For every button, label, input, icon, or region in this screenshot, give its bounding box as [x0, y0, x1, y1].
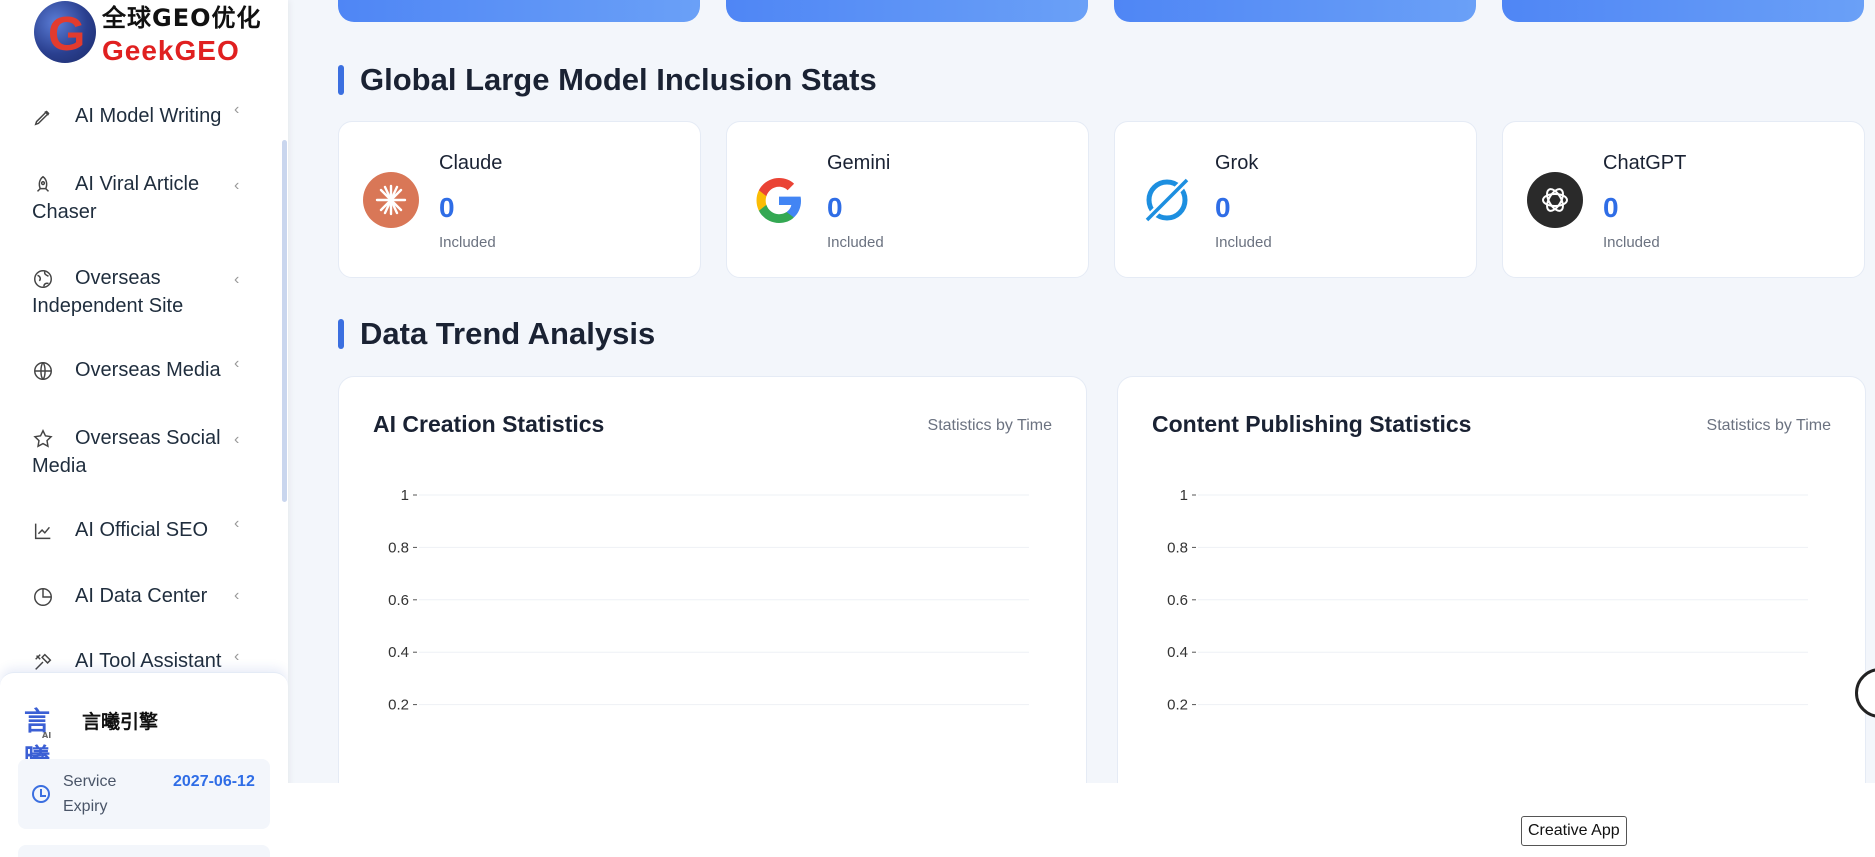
stat-sub: Included [1215, 234, 1272, 251]
tools-icon [35, 653, 52, 670]
sidebar-footer: 言曦 AI 言曦引擎 Service Expiry 2027-06-12 [0, 672, 288, 857]
service-expiry-label: Service Expiry [63, 773, 117, 815]
creative-app-button[interactable]: Creative App [1521, 816, 1627, 846]
sidebar-item-label: AI Viral Article Chaser [32, 173, 200, 223]
chart-y-tick-label: 0.8 [1167, 539, 1188, 556]
stat-value: 0 [827, 192, 843, 223]
sidebar-item-ai-official-seo[interactable]: AI Official SEO ‹ [32, 516, 252, 544]
section-title-text: Global Large Model Inclusion Stats [360, 62, 877, 97]
brand: 言曦 AI 言曦引擎 [24, 701, 159, 774]
stat-name: Gemini [827, 152, 891, 174]
chevron-left-icon: ‹ [234, 648, 240, 665]
main-content: Global Large Model Inclusion Stats Claud… [288, 0, 1875, 783]
chart-y-tick-label: 0.6 [388, 592, 409, 609]
chevron-left-icon: ‹ [234, 515, 240, 532]
logo-en-text: GeekGEO [102, 34, 240, 66]
stat-sub: Included [1603, 234, 1660, 251]
section-accent-bar [338, 319, 344, 349]
chart-subtitle-button[interactable]: Statistics by Time [1707, 417, 1831, 435]
chevron-left-icon: ‹ [234, 355, 240, 372]
sidebar-item-label: AI Model Writing [75, 105, 222, 127]
sidebar-item-ai-tool-assistant[interactable]: AI Tool Assistant ‹ [32, 647, 252, 675]
chevron-left-icon: ‹ [234, 271, 240, 288]
chart-y-tick-label: 0.2 [388, 697, 409, 714]
logo-globe-icon: G [34, 1, 96, 63]
logo-cn-text: 全球GEO优化 [102, 3, 262, 32]
chart-subtitle-button[interactable]: Statistics by Time [928, 417, 1052, 435]
google-icon [756, 178, 801, 223]
chart-y-tick-label: 0.8 [388, 539, 409, 556]
pie-chart-icon [34, 588, 52, 606]
sidebar-item-label: AI Official SEO [75, 519, 209, 541]
sidebar-item-ai-model-writing[interactable]: AI Model Writing ‹ [32, 102, 252, 130]
sidebar-scrollbar[interactable] [282, 140, 287, 502]
sidebar-item-overseas-independent-site[interactable]: Overseas Independent Site ‹ [32, 264, 252, 320]
stat-value: 0 [1603, 192, 1619, 223]
logo[interactable]: G 全球GEO优化 GeekGEO [34, 1, 264, 66]
chevron-left-icon: ‹ [234, 177, 240, 194]
sidebar-footer-panel [18, 845, 270, 857]
chart-title: Content Publishing Statistics [1152, 411, 1472, 437]
sidebar-item-label: Overseas Social Media [32, 427, 221, 477]
openai-icon [1527, 172, 1583, 228]
stat-card-claude[interactable]: Claude 0 Included [338, 121, 701, 278]
grok-icon [1142, 175, 1192, 225]
stat-name: Grok [1215, 152, 1259, 174]
brand-logo-sub: AI [42, 731, 52, 740]
top-card[interactable] [338, 0, 700, 22]
chart-card-ai-creation: AI Creation Statistics Statistics by Tim… [338, 376, 1087, 783]
globe-icon [34, 270, 52, 288]
stat-sub: Included [439, 234, 496, 251]
sidebar-item-ai-data-center[interactable]: AI Data Center ‹ [32, 582, 252, 610]
top-card[interactable] [726, 0, 1088, 22]
stat-name: Claude [439, 152, 503, 174]
sidebar-item-overseas-media[interactable]: Overseas Media ‹ [32, 356, 252, 384]
chart-y-tick-label: 1 [1180, 487, 1188, 504]
line-chart-icon [34, 523, 51, 540]
service-expiry: Service Expiry 2027-06-12 [18, 759, 270, 829]
chart-y-tick-label: 0.4 [388, 644, 409, 661]
chart-y-tick-label: 0.6 [1167, 592, 1188, 609]
chart-y-tick-label: 1 [401, 487, 409, 504]
world-icon [34, 362, 52, 380]
line-chart: 1 0.8 0.6 0.4 0.2 [1167, 487, 1808, 714]
stat-card-chatgpt[interactable]: ChatGPT 0 Included [1502, 121, 1865, 278]
brand-name: 言曦引擎 [82, 710, 159, 733]
chart-y-tick-label: 0.4 [1167, 644, 1188, 661]
stat-value: 0 [439, 192, 455, 223]
sidebar: G 全球GEO优化 GeekGEO AI Model Writing ‹ AI … [0, 0, 288, 857]
sidebar-item-label: AI Tool Assistant [75, 650, 222, 672]
stat-card-gemini[interactable]: Gemini 0 Included [726, 121, 1089, 278]
stat-card-grok[interactable]: Grok 0 Included [1114, 121, 1477, 278]
top-card[interactable] [1114, 0, 1476, 22]
chevron-left-icon: ‹ [234, 101, 240, 118]
sidebar-item-overseas-social-media[interactable]: Overseas Social Media ‹ [32, 424, 252, 480]
pen-icon [34, 110, 50, 126]
bottom-bar: Creative App [288, 783, 1875, 857]
stat-sub: Included [827, 234, 884, 251]
section-accent-bar [338, 65, 344, 95]
brand-logo: 言曦 AI [24, 701, 70, 774]
chart-title: AI Creation Statistics [373, 411, 605, 437]
rocket-icon [36, 175, 50, 192]
section-title-inclusion: Global Large Model Inclusion Stats [338, 62, 877, 98]
sidebar-item-ai-viral-article-chaser[interactable]: AI Viral Article Chaser ‹ [32, 170, 252, 226]
stat-name: ChatGPT [1603, 152, 1687, 174]
section-title-text: Data Trend Analysis [360, 316, 656, 351]
sidebar-item-label: Overseas Media [75, 359, 221, 381]
sidebar-item-label: Overseas Independent Site [32, 267, 184, 317]
sidebar-item-label: AI Data Center [75, 585, 208, 607]
clock-icon [32, 785, 50, 803]
star-icon [33, 429, 53, 448]
chevron-left-icon: ‹ [234, 587, 240, 604]
claude-icon [363, 172, 419, 228]
chart-card-content-publishing: Content Publishing Statistics Statistics… [1117, 376, 1866, 783]
top-card[interactable] [1502, 0, 1864, 22]
service-expiry-value: 2027-06-12 [173, 773, 255, 790]
line-chart: 1 0.8 0.6 0.4 0.2 [388, 487, 1029, 714]
chart-y-tick-label: 0.2 [1167, 697, 1188, 714]
stat-value: 0 [1215, 192, 1231, 223]
section-title-trend: Data Trend Analysis [338, 316, 655, 352]
chevron-left-icon: ‹ [234, 431, 240, 448]
